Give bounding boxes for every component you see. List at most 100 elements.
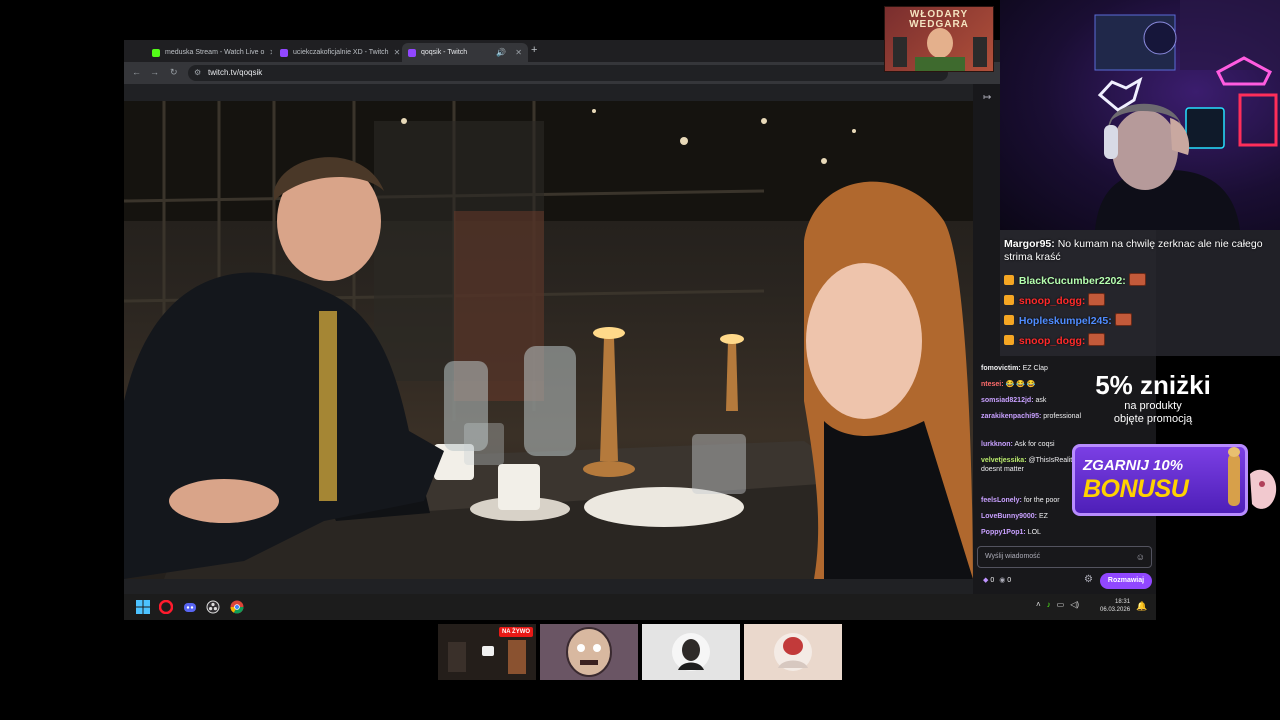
- chat-text: EZ: [1038, 513, 1048, 520]
- emote-icon: [1088, 333, 1106, 346]
- twitch-icon: [280, 48, 288, 57]
- emote-icon: [1114, 313, 1132, 326]
- taskbar-clock[interactable]: 18:31 06.03.2026: [1100, 598, 1130, 614]
- chat-username[interactable]: somsiad8212jd:: [981, 397, 1034, 404]
- back-icon[interactable]: ←: [132, 67, 141, 77]
- promo-discount: 5% zniżki: [1095, 370, 1211, 400]
- chat-username[interactable]: lurkknon:: [981, 441, 1013, 448]
- clock-date: 06.03.2026: [1100, 607, 1131, 613]
- new-tab-button[interactable]: +: [531, 44, 537, 56]
- tab-qoqsik[interactable]: qoqsik - Twitch 🔊 ✕: [402, 43, 528, 62]
- overlay-chat-message: snoop_dogg:: [1004, 333, 1276, 348]
- url-text: twitch.tv/qoqsik: [208, 68, 263, 77]
- overlay-chat-message: BlackCucumber2202:: [1004, 273, 1276, 288]
- overlay-chat-box: Margor95: No kumam na chwilę zerknac ale…: [1000, 230, 1280, 356]
- emote-icon: [1088, 293, 1106, 306]
- system-tray: ˄ ♪ ▭ ◁): [1036, 600, 1079, 609]
- chat-send-button[interactable]: Rozmawiaj: [1100, 573, 1152, 589]
- overlay-chat-username: snoop_dogg:: [1018, 335, 1086, 347]
- overlay-chat-username: BlackCucumber2202:: [1018, 275, 1126, 287]
- windows-start-icon[interactable]: [136, 600, 150, 614]
- thumbnail-avatar-4[interactable]: [744, 624, 842, 680]
- video-frame-illustration: [124, 101, 973, 579]
- chat-input[interactable]: Wyślij wiadomość ☺: [977, 546, 1152, 568]
- channel-logo: WŁODARY WEDGARA: [884, 6, 994, 72]
- close-icon[interactable]: ✕: [515, 48, 522, 57]
- overlay-chat-username: Margor95:: [1004, 238, 1055, 250]
- subscriber-badge-icon: [1004, 275, 1014, 285]
- thumbnail-avatar-2[interactable]: [540, 624, 638, 680]
- stream-video[interactable]: [124, 101, 973, 579]
- volume-icon[interactable]: ◁): [1070, 600, 1079, 609]
- streamer-webcam: [1000, 0, 1280, 230]
- channel-points[interactable]: ◆ 0 ◉ 0: [983, 576, 1011, 584]
- promo-text: 5% zniżki na produkty objęte promocją: [1068, 370, 1238, 440]
- points-icon: ◉: [999, 577, 1006, 584]
- chat-text: for the poor: [1023, 497, 1060, 504]
- logo-illustration: [893, 28, 987, 71]
- emote-icon: [1128, 273, 1146, 286]
- notification-bell-icon[interactable]: 🔔: [1136, 601, 1147, 612]
- chat-message: Poppy1Pop1: LOL: [981, 528, 1151, 537]
- chat-footer: ◆ 0 ◉ 0 ⚙ Rozmawiaj: [977, 572, 1152, 590]
- discord-icon[interactable]: [183, 600, 197, 614]
- chat-settings-icon[interactable]: ⚙: [1084, 574, 1093, 585]
- bonus-main-text: BONUSU: [1083, 475, 1189, 503]
- chat-text: ask: [1035, 397, 1047, 404]
- avatar-person-icon: [744, 624, 842, 680]
- tab-uciekczak[interactable]: uciekczakoficjalnie XD - Twitch ✕: [274, 43, 400, 62]
- webcam-illustration: [1094, 0, 1280, 230]
- site-info-icon[interactable]: ⚙: [194, 65, 201, 81]
- chrome-icon[interactable]: [230, 600, 244, 614]
- subscriber-badge-icon: [1004, 315, 1014, 325]
- promo-line-1: na produkty: [1124, 400, 1182, 412]
- live-badge: NA ŻYWO: [499, 627, 533, 637]
- avatar-person-icon: [642, 624, 740, 680]
- obs-icon[interactable]: [206, 600, 220, 614]
- bits-count: 0: [990, 577, 995, 584]
- chat-username[interactable]: velvetjessika:: [981, 457, 1027, 464]
- network-icon[interactable]: ▭: [1057, 600, 1065, 609]
- url-field[interactable]: ⚙ twitch.tv/qoqsik: [188, 65, 948, 81]
- tab-label: qoqsik - Twitch: [421, 49, 468, 56]
- chat-username[interactable]: zarakikenpachi95:: [981, 413, 1041, 420]
- chat-username[interactable]: Poppy1Pop1:: [981, 529, 1026, 536]
- twitch-icon: [408, 48, 416, 57]
- emote-picker-icon[interactable]: ☺: [1136, 547, 1145, 567]
- overlay-chat-username: snoop_dogg:: [1018, 295, 1086, 307]
- subscriber-badge-icon: [1004, 335, 1014, 345]
- chat-username[interactable]: LoveBunny9000:: [981, 513, 1037, 520]
- chevron-up-icon[interactable]: ˄: [1036, 600, 1041, 609]
- chat-username[interactable]: fomovictim:: [981, 365, 1021, 372]
- clock-time: 18:31: [1115, 599, 1131, 605]
- chat-input-placeholder: Wyślij wiadomość: [985, 553, 1041, 560]
- chat-text: EZ Clap: [1022, 365, 1048, 372]
- thumbnail-avatar-3[interactable]: [642, 624, 740, 680]
- reload-icon[interactable]: ↻: [170, 67, 178, 78]
- chat-text: Ask for coqsi: [1014, 441, 1055, 448]
- overlay-chat-message: Hopleskumpel245:: [1004, 313, 1276, 328]
- bonus-mascot-icon: [1228, 447, 1277, 509]
- points-count: 0: [1007, 577, 1012, 584]
- microphone-icon[interactable]: ♪: [1047, 600, 1051, 609]
- close-icon[interactable]: ✕: [394, 48, 400, 57]
- windows-taskbar: ˄ ♪ ▭ ◁) 18:31 06.03.2026 🔔: [124, 594, 1156, 620]
- collapse-chat-icon[interactable]: ↦: [983, 92, 991, 103]
- bits-icon: ◆: [983, 577, 989, 584]
- tab-label: meduska Stream - Watch Live o: [165, 49, 265, 56]
- chat-username[interactable]: feelsLonely:: [981, 497, 1022, 504]
- bonus-top-text: ZGARNIJ 10%: [1083, 457, 1184, 474]
- tab-label: uciekczakoficjalnie XD - Twitch: [293, 49, 389, 56]
- chat-text: LOL: [1027, 529, 1041, 536]
- tab-meduska[interactable]: meduska Stream - Watch Live o ✕: [146, 43, 272, 62]
- opera-icon[interactable]: [159, 600, 173, 614]
- speaker-icon[interactable]: 🔊: [496, 48, 506, 57]
- overlay-chat-message: snoop_dogg:: [1004, 293, 1276, 308]
- avatar-face-icon: [540, 624, 638, 680]
- promo-line-2: objęte promocją: [1113, 413, 1193, 425]
- subscriber-badge-icon: [1004, 295, 1014, 305]
- chat-username[interactable]: ntesei:: [981, 381, 1004, 388]
- close-icon[interactable]: ✕: [269, 48, 272, 57]
- kick-icon: [152, 48, 160, 57]
- forward-icon[interactable]: →: [150, 67, 159, 77]
